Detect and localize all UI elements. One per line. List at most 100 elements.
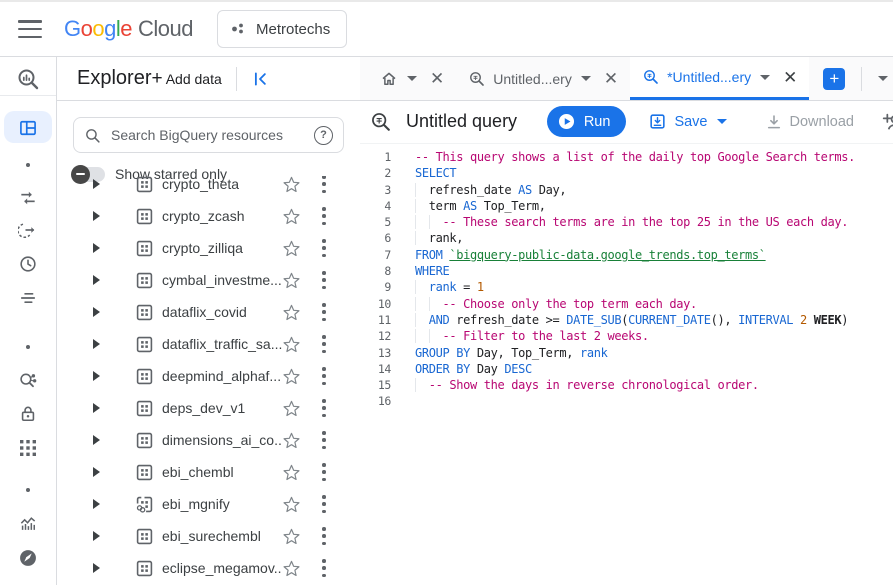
expand-arrow-icon[interactable]: [93, 499, 100, 509]
dataset-row[interactable]: ebi_chembl: [57, 456, 360, 488]
code-line[interactable]: -- Choose only the top term each day.: [415, 296, 893, 312]
project-selector-button[interactable]: Metrotechs: [217, 10, 347, 48]
expand-arrow-icon[interactable]: [93, 339, 100, 349]
tab-untitled-query-1[interactable]: Untitled...ery ✕: [456, 57, 630, 100]
lineage-icon[interactable]: [16, 368, 40, 392]
dataset-row[interactable]: eclipse_megamov...: [57, 552, 360, 584]
menu-icon[interactable]: [18, 20, 42, 38]
expand-arrow-icon[interactable]: [93, 563, 100, 573]
close-icon[interactable]: ✕: [604, 70, 618, 87]
dataset-row[interactable]: crypto_theta: [57, 176, 360, 200]
expand-arrow-icon[interactable]: [93, 307, 100, 317]
close-icon[interactable]: ✕: [783, 69, 797, 86]
expand-arrow-icon[interactable]: [93, 211, 100, 221]
more-options-kebab-icon[interactable]: [318, 366, 330, 386]
code-line[interactable]: WHERE: [415, 263, 893, 279]
close-icon[interactable]: ✕: [430, 70, 444, 87]
dataset-row[interactable]: dimensions_ai_co...: [57, 424, 360, 456]
more-options-kebab-icon[interactable]: [318, 462, 330, 482]
expand-arrow-icon[interactable]: [93, 179, 100, 189]
star-icon[interactable]: [282, 176, 301, 194]
download-button[interactable]: Download: [765, 113, 855, 131]
sql-workspace-icon[interactable]: [16, 116, 40, 140]
bigquery-logo-icon[interactable]: [16, 67, 40, 91]
tab-untitled-query-2-active[interactable]: *Untitled...ery ✕: [630, 57, 809, 100]
expand-arrow-icon[interactable]: [93, 467, 100, 477]
google-cloud-logo[interactable]: Google Cloud: [64, 16, 193, 42]
capacity-icon[interactable]: [16, 286, 40, 310]
chevron-down-icon[interactable]: [760, 75, 770, 80]
star-icon[interactable]: [282, 271, 301, 290]
dataset-row[interactable]: dataflix_traffic_sa...: [57, 328, 360, 360]
star-icon[interactable]: [282, 463, 301, 482]
expand-arrow-icon[interactable]: [93, 531, 100, 541]
code-line[interactable]: -- Show the days in reverse chronologica…: [415, 377, 893, 393]
scheduled-queries-icon[interactable]: [16, 218, 40, 242]
code-line[interactable]: rank,: [415, 230, 893, 246]
code-line[interactable]: term AS Top_Term,: [415, 198, 893, 214]
expand-arrow-icon[interactable]: [93, 371, 100, 381]
expand-arrow-icon[interactable]: [93, 243, 100, 253]
star-icon[interactable]: [282, 527, 301, 546]
code-line[interactable]: ORDER BY Day DESC: [415, 361, 893, 377]
code-area[interactable]: -- This query shows a list of the daily …: [400, 144, 893, 585]
share-person-add-icon[interactable]: [880, 111, 893, 133]
tab-overflow-chevron-icon[interactable]: [878, 76, 888, 81]
code-line[interactable]: [415, 393, 893, 409]
code-line[interactable]: GROUP BY Day, Top_Term, rank: [415, 345, 893, 361]
apps-grid-icon[interactable]: [16, 436, 40, 460]
code-line[interactable]: refresh_date AS Day,: [415, 182, 893, 198]
dataset-row[interactable]: cymbal_investme...: [57, 264, 360, 296]
code-line[interactable]: AND refresh_date >= DATE_SUB(CURRENT_DAT…: [415, 312, 893, 328]
explore-compass-icon[interactable]: [16, 546, 40, 570]
star-icon[interactable]: [282, 495, 301, 514]
more-options-kebab-icon[interactable]: [318, 206, 330, 226]
code-line[interactable]: FROM `bigquery-public-data.google_trends…: [415, 247, 893, 263]
more-options-kebab-icon[interactable]: [318, 238, 330, 258]
help-icon[interactable]: ?: [314, 126, 333, 145]
more-options-kebab-icon[interactable]: [318, 270, 330, 290]
star-icon[interactable]: [282, 399, 301, 418]
more-options-kebab-icon[interactable]: [318, 176, 330, 194]
history-clock-icon[interactable]: [16, 252, 40, 276]
add-data-button[interactable]: + Add data: [151, 68, 221, 90]
dataset-row[interactable]: deps_dev_v1: [57, 392, 360, 424]
code-line[interactable]: rank = 1: [415, 279, 893, 295]
chevron-down-icon[interactable]: [581, 76, 591, 81]
governance-lock-icon[interactable]: [16, 402, 40, 426]
chevron-down-icon[interactable]: [407, 76, 417, 81]
dataset-row[interactable]: deepmind_alphaf...: [57, 360, 360, 392]
star-icon[interactable]: [282, 207, 301, 226]
dataset-row[interactable]: dataflix_covid: [57, 296, 360, 328]
dataset-row[interactable]: crypto_zilliqa: [57, 232, 360, 264]
monitoring-icon[interactable]: [16, 512, 40, 536]
star-icon[interactable]: [282, 367, 301, 386]
more-options-kebab-icon[interactable]: [318, 526, 330, 546]
expand-arrow-icon[interactable]: [93, 403, 100, 413]
star-icon[interactable]: [282, 303, 301, 322]
more-options-kebab-icon[interactable]: [318, 558, 330, 578]
search-input[interactable]: [109, 126, 314, 144]
new-tab-button[interactable]: +: [823, 68, 845, 90]
more-options-kebab-icon[interactable]: [318, 430, 330, 450]
dataset-row[interactable]: crypto_zcash: [57, 200, 360, 232]
data-transfers-icon[interactable]: [16, 186, 40, 210]
expand-arrow-icon[interactable]: [93, 275, 100, 285]
more-options-kebab-icon[interactable]: [318, 398, 330, 418]
star-icon[interactable]: [282, 335, 301, 354]
code-line[interactable]: -- Filter to the last 2 weeks.: [415, 328, 893, 344]
collapse-panel-icon[interactable]: [247, 66, 273, 92]
code-line[interactable]: -- These search terms are in the top 25 …: [415, 214, 893, 230]
code-line[interactable]: SELECT: [415, 165, 893, 181]
star-icon[interactable]: [282, 559, 301, 578]
more-options-kebab-icon[interactable]: [318, 334, 330, 354]
code-line[interactable]: -- This query shows a list of the daily …: [415, 149, 893, 165]
dataset-row[interactable]: ebi_surechembl: [57, 520, 360, 552]
star-icon[interactable]: [282, 239, 301, 258]
sql-editor[interactable]: 12345678910111213141516 -- This query sh…: [360, 144, 893, 585]
star-icon[interactable]: [282, 431, 301, 450]
expand-arrow-icon[interactable]: [93, 435, 100, 445]
save-button[interactable]: Save: [648, 112, 726, 131]
run-button[interactable]: Run: [547, 106, 627, 137]
tab-home[interactable]: ✕: [368, 57, 456, 100]
